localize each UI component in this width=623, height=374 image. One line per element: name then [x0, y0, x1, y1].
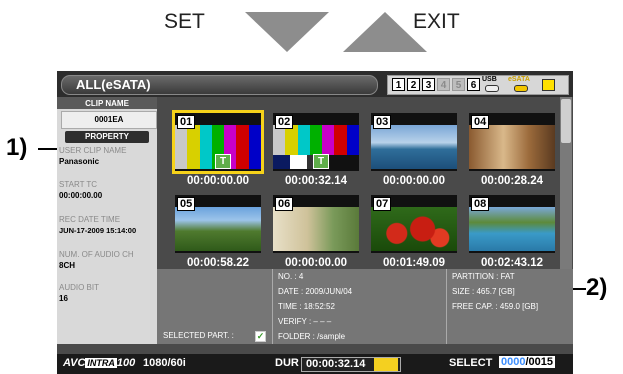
clip-timecode: 00:00:28.24: [480, 175, 544, 187]
avc-intra-logo: AVC INTRA 100: [63, 357, 136, 369]
memory-card-icon: [542, 79, 555, 91]
clip-timecode: 00:00:32.14: [284, 175, 348, 187]
clip-thumbnail-06[interactable]: 06: [273, 195, 359, 253]
callout-2: 2): [586, 274, 608, 301]
info-separator-1: [272, 269, 273, 344]
start-tc-label: START TC: [59, 180, 98, 189]
select-current: 0000: [501, 356, 526, 368]
slot-indicators: 1 2 3 4 5 6 USB eSATA: [387, 75, 569, 95]
user-clip-name-value: Panasonic: [59, 157, 100, 166]
rec-date-label: REC DATE TIME: [59, 215, 121, 224]
clip-timecode: 00:02:43.12: [480, 257, 544, 269]
clip-thumbnail-grid: 01 T 00:00:00.00 02 T 00:00:32.14 03 00:…: [163, 101, 555, 269]
clip-number: 01: [177, 115, 196, 129]
clip-image: [469, 207, 555, 251]
set-label: SET: [164, 10, 205, 33]
property-panel: CLIP NAME 0001EA PROPERTY USER CLIP NAME…: [57, 97, 157, 344]
clip-number: 05: [177, 197, 196, 211]
duration-value: 00:00:32.14: [306, 358, 366, 370]
clip-name-header: CLIP NAME: [85, 99, 129, 108]
video-format: 1080/60i: [143, 357, 186, 369]
rec-date-value: JUN-17-2009 15:14:00: [59, 226, 137, 235]
top-bar: ALL(eSATA) 1 2 3 4 5 6 USB eSATA: [57, 71, 573, 97]
slot-3[interactable]: 3: [422, 78, 435, 91]
info-folder: FOLDER : /sample: [278, 332, 346, 341]
clip-number: 08: [471, 197, 490, 211]
clip-thumbnail-01[interactable]: 01 T: [172, 110, 264, 174]
clip-timecode: 00:00:58.22: [186, 257, 250, 269]
audio-bit-label: AUDIO BIT: [59, 283, 100, 292]
clip-timecode: 00:00:00.00: [186, 175, 250, 187]
clip-number: 06: [275, 197, 294, 211]
info-free-cap: FREE CAP. : 459.0 [GB]: [452, 302, 539, 311]
clip-timecode: 00:01:49.09: [382, 257, 446, 269]
slot-1[interactable]: 1: [392, 78, 405, 91]
text-memo-badge: T: [313, 154, 329, 169]
info-partition: PARTITION : FAT: [452, 272, 515, 281]
clip-browser-screen: ALL(eSATA) 1 2 3 4 5 6 USB eSATA CLIP NA…: [57, 71, 573, 374]
clip-name-value: 0001EA: [61, 111, 157, 129]
start-tc-value: 00:00:00.00: [59, 191, 103, 200]
slot-5[interactable]: 5: [452, 78, 465, 91]
clip-info-area: SELECTED PART. : ✓ NO. : 4 DATE : 2009/J…: [157, 269, 573, 344]
clip-image: [175, 207, 261, 251]
clip-number: 03: [373, 115, 392, 129]
info-date: DATE : 2009/JUN/04: [278, 287, 353, 296]
slot-2[interactable]: 2: [407, 78, 420, 91]
text-memo-badge: T: [215, 154, 231, 169]
exit-label: EXIT: [413, 10, 460, 33]
clip-timecode: 00:00:00.00: [284, 257, 348, 269]
scrollbar-thumb[interactable]: [561, 99, 571, 143]
slot-4[interactable]: 4: [437, 78, 450, 91]
clip-thumbnail-05[interactable]: 05: [175, 195, 261, 253]
info-size: SIZE : 465.7 [GB]: [452, 287, 515, 296]
select-label: SELECT: [449, 357, 493, 369]
info-separator-2: [446, 269, 447, 344]
clip-number: 07: [373, 197, 392, 211]
title-bar: ALL(eSATA): [61, 75, 378, 95]
clip-image: [273, 207, 359, 251]
usb-label: USB: [482, 76, 497, 83]
title-text: ALL(eSATA): [76, 77, 151, 92]
set-down-triangle-button[interactable]: [245, 12, 329, 52]
info-verify: VERIFY : – – –: [278, 317, 332, 326]
slot-6[interactable]: 6: [467, 78, 480, 91]
clip-thumbnail-08[interactable]: 08: [469, 195, 555, 253]
info-time: TIME : 18:52:52: [278, 302, 335, 311]
clip-image: [469, 125, 555, 169]
clip-number: 02: [275, 115, 294, 129]
esata-drive-icon[interactable]: [514, 85, 528, 92]
audio-ch-value: 8CH: [59, 261, 76, 270]
property-tab[interactable]: PROPERTY: [65, 131, 149, 143]
clip-thumbnail-04[interactable]: 04: [469, 113, 555, 171]
duration-box: 00:00:32.14: [301, 357, 401, 372]
callout-1: 1): [6, 134, 28, 161]
info-no: NO. : 4: [278, 272, 304, 281]
audio-ch-label: NUM. OF AUDIO CH: [59, 250, 134, 259]
clip-number: 04: [471, 115, 490, 129]
duration-progress-bar: [374, 358, 398, 371]
select-total: /0015: [525, 356, 554, 368]
selected-part-checkbox[interactable]: ✓: [255, 331, 266, 342]
status-bar: AVC INTRA 100 1080/60i DUR 00:00:32.14 SEL…: [57, 354, 573, 374]
clip-thumbnail-02[interactable]: 02 T: [273, 113, 359, 171]
clip-thumbnail-07[interactable]: 07: [371, 195, 457, 253]
dur-label: DUR: [275, 357, 299, 369]
thumbnail-scrollbar[interactable]: [560, 97, 572, 269]
selected-part-label: SELECTED PART. :: [163, 331, 234, 340]
select-count-box: 0000/0015: [499, 356, 556, 368]
clip-timecode: 00:00:00.00: [382, 175, 446, 187]
audio-bit-value: 16: [59, 294, 68, 303]
clip-image: [371, 207, 457, 251]
esata-label: eSATA: [508, 76, 530, 83]
clip-thumbnail-03[interactable]: 03: [371, 113, 457, 171]
usb-drive-icon[interactable]: [485, 85, 499, 92]
user-clip-name-label: USER CLIP NAME: [59, 146, 127, 155]
clip-image: [371, 125, 457, 169]
